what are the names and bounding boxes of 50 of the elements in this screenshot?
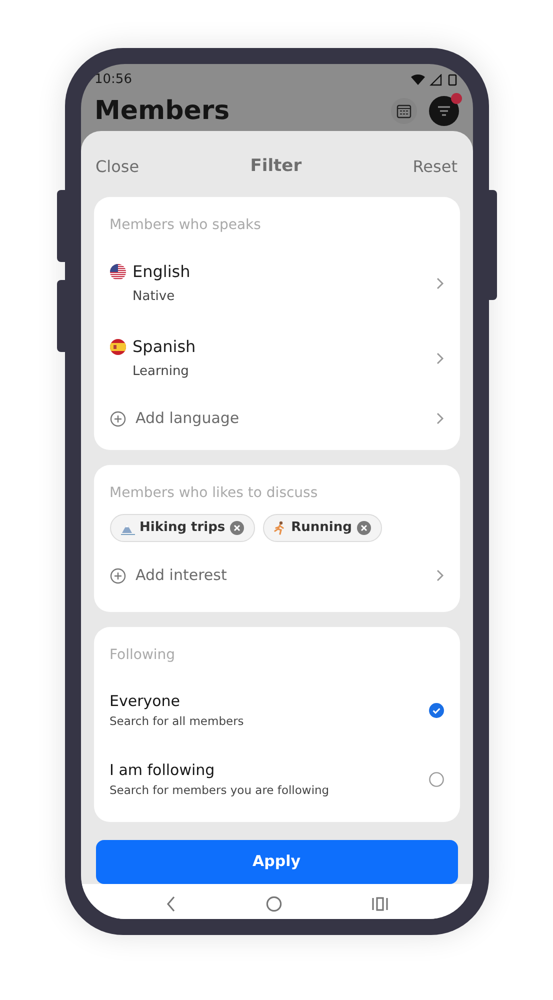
plus-circle-icon — [110, 568, 126, 584]
radio-unchecked[interactable] — [428, 772, 444, 786]
section-heading: Following — [110, 646, 176, 664]
language-level: Native — [132, 288, 176, 306]
page-title: Members — [94, 94, 230, 128]
calendar-icon — [396, 103, 412, 119]
interest-chip[interactable]: Running — [263, 514, 382, 542]
chevron-right-icon — [436, 276, 444, 290]
option-title: Everyone — [110, 691, 182, 712]
section-heading: Members who speaks — [110, 216, 262, 234]
plus-circle-icon — [110, 410, 126, 426]
language-level: Learning — [132, 362, 190, 381]
runner-icon — [274, 520, 286, 534]
remove-icon[interactable] — [356, 520, 371, 534]
add-interest-row[interactable]: Add interest — [110, 548, 444, 604]
language-row[interactable]: English Native — [110, 246, 444, 320]
filter-button[interactable] — [428, 96, 458, 126]
close-button[interactable]: Close — [96, 154, 140, 178]
chevron-right-icon — [436, 352, 444, 364]
filter-icon — [436, 106, 450, 116]
sheet-title: Filter — [250, 154, 302, 178]
status-icons — [410, 74, 458, 86]
section-heading: Members who likes to discuss — [110, 484, 319, 502]
add-interest-label: Add interest — [136, 565, 227, 586]
calendar-button[interactable] — [390, 98, 416, 124]
option-title: I am following — [110, 760, 216, 782]
option-subtitle: Search for all members — [110, 712, 244, 730]
language-row[interactable]: Spanish Learning — [110, 320, 444, 396]
language-name: Spanish — [132, 336, 196, 358]
interest-chip[interactable]: Hiking trips — [110, 514, 256, 542]
following-option[interactable]: Everyone Search for all members — [110, 676, 444, 744]
reset-button[interactable]: Reset — [412, 154, 458, 178]
radio-checked[interactable] — [428, 702, 444, 718]
chip-label: Running — [291, 518, 352, 537]
add-language-row[interactable]: Add language — [110, 396, 444, 442]
apply-button[interactable]: Apply — [96, 840, 458, 884]
flag-icon — [110, 264, 126, 280]
chip-label: Hiking trips — [140, 518, 226, 537]
chevron-right-icon — [436, 412, 444, 425]
chevron-right-icon — [436, 569, 444, 582]
back-icon[interactable] — [166, 896, 176, 912]
language-name: English — [132, 260, 190, 283]
remove-icon[interactable] — [230, 520, 244, 534]
recent-apps-icon[interactable] — [372, 896, 388, 910]
home-icon[interactable] — [266, 896, 282, 912]
flag-icon — [110, 338, 126, 355]
option-subtitle: Search for members you are following — [110, 782, 330, 799]
status-time: 10:56 — [94, 71, 132, 89]
add-language-label: Add language — [136, 408, 240, 430]
following-option[interactable]: I am following Search for members you are following — [110, 744, 444, 814]
